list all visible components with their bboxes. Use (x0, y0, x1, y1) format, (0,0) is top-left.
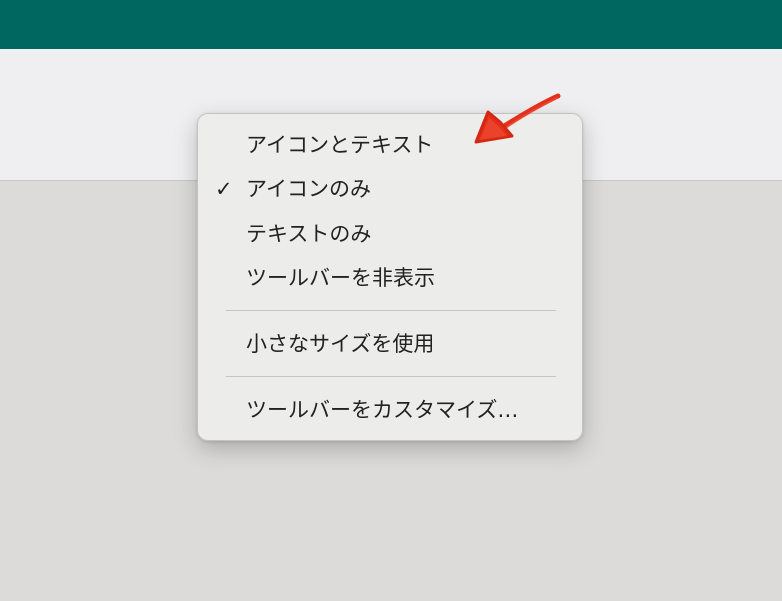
menu-item-label: ツールバーを非表示 (246, 266, 435, 290)
menu-item-label: 小さなサイズを使用 (246, 332, 435, 356)
menu-separator (226, 376, 556, 377)
menu-separator (226, 310, 556, 311)
menu-item-use-small-size[interactable]: 小さなサイズを使用 (198, 324, 582, 364)
menu-item-label: アイコンのみ (246, 177, 371, 201)
checkmark-icon: ✓ (215, 177, 233, 201)
red-arrow-icon (474, 93, 561, 144)
menu-item-label: テキストのみ (246, 222, 372, 246)
menu-item-hide-toolbar[interactable]: ツールバーを非表示 (198, 258, 582, 298)
menu-item-icon-only[interactable]: ✓ アイコンのみ (198, 169, 582, 209)
menu-item-label: アイコンとテキスト (246, 133, 434, 157)
toolbar-context-menu: アイコンとテキスト ✓ アイコンのみ テキストのみ ツールバーを非表示 小さなサ… (197, 113, 583, 441)
menu-item-text-only[interactable]: テキストのみ (198, 214, 582, 254)
window-title-bar (0, 0, 782, 49)
menu-item-customize-toolbar[interactable]: ツールバーをカスタマイズ… (198, 390, 582, 430)
menu-item-label: ツールバーをカスタマイズ… (246, 398, 519, 422)
